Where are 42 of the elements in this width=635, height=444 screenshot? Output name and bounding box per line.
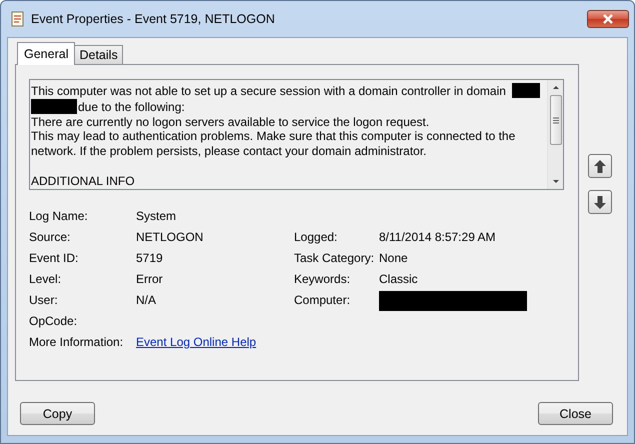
- down-arrow-icon: [594, 196, 606, 208]
- field-label: Source:: [29, 229, 72, 246]
- close-icon: [602, 14, 614, 24]
- description-text: There are currently no logon servers available to service the logon request.: [31, 114, 430, 130]
- help-link[interactable]: Event Log Online Help: [136, 335, 256, 349]
- field-label: OpCode:: [29, 313, 78, 330]
- close-button[interactable]: Close: [538, 402, 613, 425]
- previous-button[interactable]: [588, 154, 612, 178]
- redaction-block: [31, 98, 77, 114]
- field-label: More Information:: [29, 334, 124, 351]
- field-value: Error: [136, 271, 164, 288]
- field-value: 8/11/2014 8:57:29 AM: [379, 229, 497, 246]
- field-value: None: [379, 250, 409, 267]
- field-label: Keywords:: [294, 271, 352, 288]
- field-label: Event ID:: [29, 250, 80, 267]
- description-box[interactable]: [29, 79, 564, 190]
- grip-icon: [552, 116, 558, 124]
- redaction-block: [512, 83, 540, 98]
- document-icon: [11, 11, 25, 27]
- field-label: Task Category:: [294, 250, 376, 267]
- window-title: Event Properties - Event 5719, NETLOGON: [31, 12, 275, 26]
- scrollbar[interactable]: [547, 80, 563, 189]
- up-arrow-icon: [594, 160, 606, 172]
- field-label: Level:: [29, 271, 62, 288]
- field-value: NETLOGON: [136, 229, 204, 246]
- description-text: This computer was not able to set up a secure session with a domain controller in domain: [31, 84, 506, 98]
- field-label: Computer:: [294, 292, 352, 309]
- field-label: Logged:: [294, 229, 338, 246]
- close-button[interactable]: [587, 10, 629, 28]
- tab[interactable]: Details: [74, 45, 123, 64]
- copy-button[interactable]: Copy: [20, 402, 95, 425]
- field-value: N/A: [136, 292, 158, 309]
- field-label: User:: [29, 292, 59, 309]
- description-text: This may lead to authentication problems. Make sure that this computer is connected to the network. If the problem persists, please contact your domain administrator.: [31, 129, 516, 159]
- field-value: Classic: [379, 271, 419, 288]
- field-value: System: [136, 208, 178, 225]
- field-label: Log Name:: [29, 208, 89, 225]
- tab[interactable]: General: [17, 42, 76, 65]
- description-text: due to the following:: [78, 100, 185, 114]
- next-button[interactable]: [588, 190, 612, 214]
- description-text: ADDITIONAL INFO: [31, 172, 136, 189]
- field-value: 5719: [136, 250, 164, 267]
